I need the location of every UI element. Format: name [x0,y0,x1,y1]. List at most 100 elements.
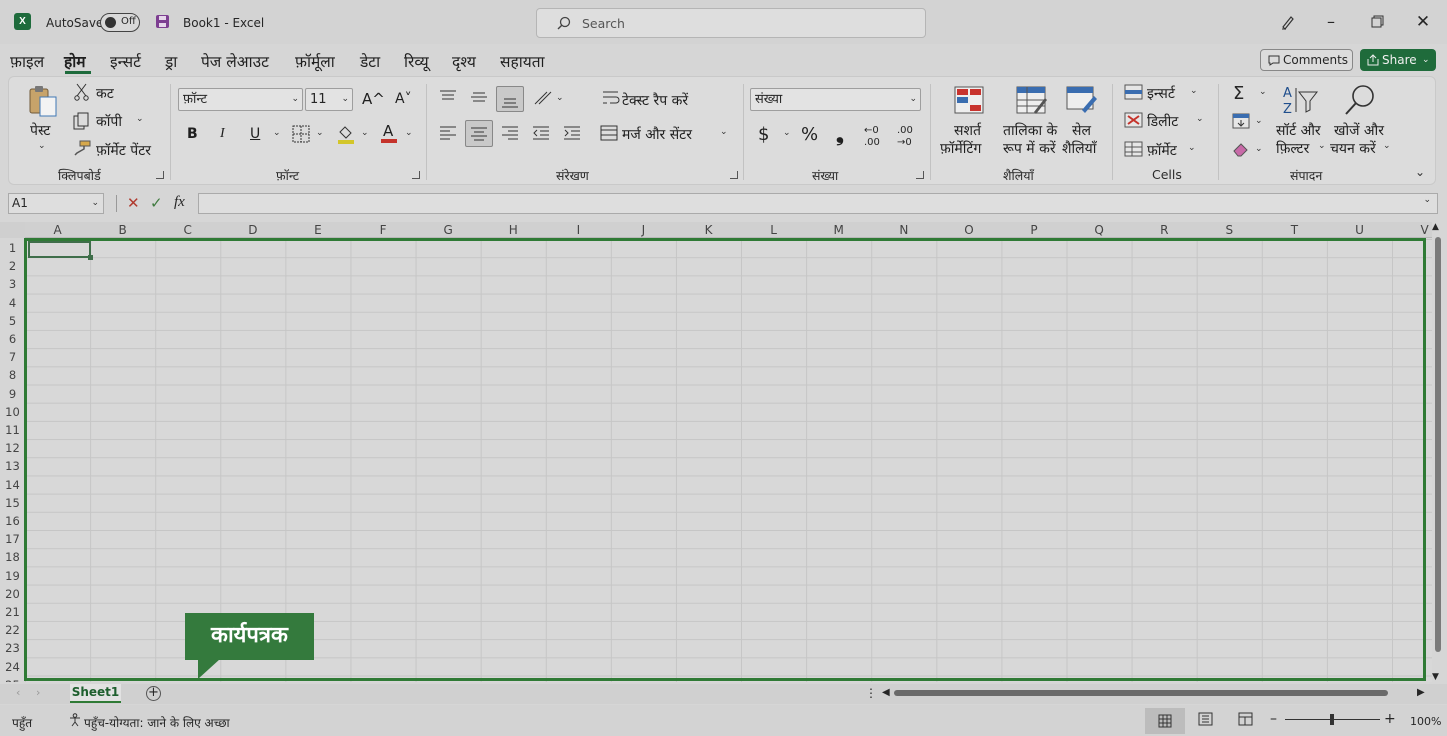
insert-cells-button[interactable]: इन्सर्ट [1147,84,1175,103]
align-top-icon[interactable] [440,90,456,104]
row-header[interactable]: 3 [0,275,25,293]
column-header[interactable]: A [25,222,90,238]
row-header[interactable]: 4 [0,294,25,312]
row-header[interactable]: 7 [0,348,25,366]
name-box[interactable]: A1 ⌄ [8,193,104,214]
chevron-down-icon[interactable]: ⌄ [720,127,728,137]
align-center-button[interactable] [465,120,493,147]
cell-styles-line2[interactable]: शैलियाँ [1062,139,1096,158]
minimize-button[interactable]: – [1316,8,1346,36]
find-select-line1[interactable]: खोजें और [1334,121,1384,140]
sheet-next-icon[interactable]: › [36,686,40,699]
share-button[interactable]: Share ⌄ [1360,49,1436,71]
decrease-indent-icon[interactable] [533,126,549,140]
grow-font-button[interactable]: A^ [362,90,385,108]
page-layout-view-icon[interactable] [1198,712,1213,726]
font-size-select[interactable]: 11 ⌄ [305,88,353,111]
chevron-down-icon[interactable]: ⌄ [273,128,281,138]
column-header[interactable]: H [481,222,546,238]
column-header[interactable]: R [1132,222,1197,238]
row-header[interactable]: 14 [0,476,25,494]
column-header[interactable]: J [611,222,676,238]
clear-eraser-icon[interactable] [1232,141,1250,157]
column-header[interactable]: P [1002,222,1067,238]
borders-icon[interactable] [292,125,310,143]
row-header[interactable]: 25 [0,676,25,682]
row-header[interactable]: 16 [0,512,25,530]
alignment-launcher-icon[interactable] [730,171,738,179]
row-header[interactable]: 18 [0,548,25,566]
sort-filter-icon[interactable]: AZ [1282,84,1320,116]
number-launcher-icon[interactable] [916,171,924,179]
scroll-up-arrow[interactable]: ▲ [1432,222,1439,232]
clipboard-launcher-icon[interactable] [156,171,164,179]
ribbon-collapse-icon[interactable]: ⌄ [1415,165,1425,179]
row-header[interactable]: 12 [0,439,25,457]
tab-draw[interactable]: ड्रा [165,50,177,72]
zoom-slider-thumb[interactable] [1330,714,1334,725]
merge-center-button[interactable]: मर्ज और सेंटर [622,125,692,144]
chevron-down-icon[interactable]: ⌄ [1422,49,1430,71]
row-header[interactable]: 21 [0,603,25,621]
row-header[interactable]: 10 [0,403,25,421]
active-cell-a1[interactable] [28,241,91,258]
chevron-down-icon[interactable]: ⌄ [1383,141,1391,151]
cancel-icon[interactable]: ✕ [127,194,140,212]
fill-color-icon[interactable] [337,124,355,144]
sort-filter-line2[interactable]: फ़िल्टर [1276,139,1309,158]
format-as-table-line2[interactable]: रूप में करें [1003,139,1056,158]
fill-handle[interactable] [88,255,93,260]
column-header[interactable]: E [285,222,350,238]
copy-button[interactable]: कॉपी [96,112,122,131]
increase-decimal-button[interactable]: ←0 .00 [864,124,880,148]
chevron-down-icon[interactable]: ⌄ [38,141,46,151]
chevron-down-icon[interactable]: ⌄ [1190,86,1198,96]
row-header[interactable]: 17 [0,530,25,548]
enter-check-icon[interactable]: ✓ [150,194,163,212]
chevron-down-icon[interactable]: ⌄ [361,128,369,138]
chevron-down-icon[interactable]: ⌄ [783,128,791,138]
accessibility-status[interactable]: पहुँच-योग्यता: जाने के लिए अच्छा [84,714,230,731]
accessibility-icon[interactable] [68,713,82,727]
format-as-table-line1[interactable]: तालिका के [1003,121,1057,140]
row-header[interactable]: 22 [0,621,25,639]
scroll-right-arrow[interactable]: ▶ [1417,687,1425,698]
tab-home[interactable]: होम [64,50,86,72]
normal-view-button[interactable] [1145,708,1185,734]
paste-icon[interactable] [26,84,60,118]
zoom-out-button[interactable]: – [1270,711,1277,727]
bold-button[interactable]: B [187,126,198,142]
chevron-down-icon[interactable]: ⌄ [1196,114,1204,124]
number-format-select[interactable]: संख्या ⌄ [750,88,921,111]
column-header[interactable]: G [416,222,481,238]
cell-styles-line1[interactable]: सेल [1072,121,1091,140]
chevron-down-icon[interactable]: ⌄ [405,128,413,138]
chevron-down-icon[interactable]: ⌄ [316,128,324,138]
column-header[interactable]: V [1392,222,1432,238]
fill-icon[interactable] [1232,113,1250,129]
find-select-line2[interactable]: चयन करें [1330,139,1376,158]
add-sheet-button[interactable]: + [146,686,161,701]
row-header[interactable]: 20 [0,585,25,603]
autosum-icon[interactable]: Σ [1233,83,1244,104]
paste-button-label[interactable]: पेस्ट [30,121,50,140]
format-painter-button[interactable]: फ़ॉर्मेट पेंटर [96,141,151,160]
align-right-icon[interactable] [502,126,518,140]
row-header[interactable]: 19 [0,567,25,585]
shrink-font-button[interactable]: A˅ [395,91,412,107]
decrease-decimal-button[interactable]: .00 →0 [897,124,913,148]
column-header[interactable]: M [806,222,871,238]
row-header[interactable]: 5 [0,312,25,330]
row-header[interactable]: 13 [0,457,25,475]
percent-button[interactable]: % [801,124,818,145]
align-middle-icon[interactable] [471,90,487,104]
column-header[interactable]: F [351,222,416,238]
chevron-down-icon[interactable]: ⌄ [136,114,144,124]
chevron-down-icon[interactable]: ⌄ [1259,87,1267,97]
select-all-corner[interactable] [0,222,25,238]
currency-button[interactable]: $ [758,124,769,145]
cell-styles-icon[interactable] [1066,86,1098,114]
close-button[interactable]: ✕ [1408,8,1438,36]
conditional-formatting-line1[interactable]: सशर्त [954,121,981,140]
chevron-down-icon[interactable]: ⌄ [1255,116,1263,126]
